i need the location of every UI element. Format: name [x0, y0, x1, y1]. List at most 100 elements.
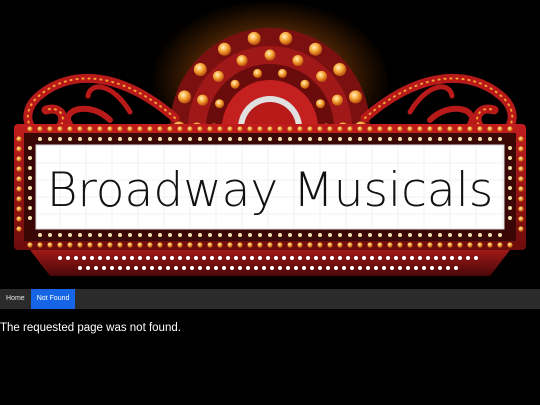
light-bulb	[308, 233, 312, 237]
light-bulb	[197, 242, 203, 248]
light-bulb	[168, 137, 172, 141]
light-bulb	[182, 266, 186, 270]
light-bulb	[468, 233, 472, 237]
light-bulb	[258, 233, 262, 237]
light-bulb	[177, 126, 183, 132]
light-bulb	[518, 176, 524, 182]
light-bulb	[218, 137, 222, 141]
light-bulb	[518, 196, 524, 202]
light-bulb	[27, 126, 33, 132]
light-bulb	[422, 266, 426, 270]
light-bulb	[298, 233, 302, 237]
light-bulb	[467, 242, 473, 248]
light-bulb	[408, 233, 412, 237]
light-bulb	[438, 266, 442, 270]
light-bulb	[287, 126, 293, 132]
light-bulb	[186, 256, 190, 260]
light-bulb	[206, 266, 210, 270]
light-bulb	[117, 126, 123, 132]
light-bulb	[350, 266, 354, 270]
light-bulb	[274, 256, 278, 260]
light-bulb	[358, 137, 362, 141]
light-bulb	[418, 256, 422, 260]
light-bulb	[508, 156, 512, 160]
light-bulb	[74, 256, 78, 260]
light-bulb	[37, 242, 43, 248]
light-bulb	[410, 256, 414, 260]
light-bulb	[487, 242, 493, 248]
light-bulb	[158, 266, 162, 270]
light-bulb	[458, 233, 462, 237]
light-bulb	[467, 126, 473, 132]
light-bulb	[428, 233, 432, 237]
light-bulb	[298, 137, 302, 141]
light-bulb	[228, 233, 232, 237]
light-bulb	[107, 242, 113, 248]
light-bulb	[367, 242, 373, 248]
light-bulb	[238, 233, 242, 237]
light-bulb	[222, 266, 226, 270]
light-bulb	[177, 90, 191, 104]
light-bulb	[468, 137, 472, 141]
light-bulb	[248, 137, 252, 141]
light-bulb	[349, 90, 363, 104]
light-bulb	[398, 233, 402, 237]
light-bulb	[290, 256, 294, 260]
light-bulb	[238, 266, 242, 270]
light-bulb	[338, 137, 342, 141]
light-bulb	[197, 126, 203, 132]
light-bulb	[366, 266, 370, 270]
light-bulb	[16, 156, 22, 162]
light-bulb	[394, 256, 398, 260]
light-bulb	[294, 266, 298, 270]
light-bulb	[137, 126, 143, 132]
light-bulb	[278, 137, 282, 141]
light-bulb	[300, 79, 310, 89]
light-bulb	[279, 31, 293, 45]
light-bulb	[438, 137, 442, 141]
light-bulb	[127, 242, 133, 248]
light-bulb	[178, 137, 182, 141]
light-bulb	[347, 242, 353, 248]
light-bulb	[246, 266, 250, 270]
light-bulb	[48, 233, 52, 237]
light-bulb	[108, 137, 112, 141]
light-bulb	[227, 242, 233, 248]
light-bulb	[270, 266, 274, 270]
light-bulb	[210, 256, 214, 260]
light-bulb	[97, 242, 103, 248]
light-bulb	[267, 242, 273, 248]
light-bulb	[257, 242, 263, 248]
light-bulb	[187, 242, 193, 248]
light-bulb	[337, 126, 343, 132]
light-bulb	[427, 126, 433, 132]
light-bulb	[190, 266, 194, 270]
light-bulb	[88, 233, 92, 237]
light-bulb	[218, 42, 231, 56]
light-bulb	[87, 126, 93, 132]
light-bulb	[207, 126, 213, 132]
nav-item-not-found[interactable]: Not Found	[30, 289, 76, 309]
light-bulb	[518, 226, 524, 232]
light-bulb	[267, 126, 273, 132]
nav-item-home[interactable]: Home	[0, 289, 31, 309]
light-bulb	[114, 256, 118, 260]
light-bulb	[478, 233, 482, 237]
light-bulb	[234, 256, 238, 260]
light-bulb	[107, 126, 113, 132]
light-bulb	[277, 126, 283, 132]
light-bulb	[97, 126, 103, 132]
light-bulb	[478, 137, 482, 141]
light-bulb	[262, 266, 266, 270]
light-bulb	[28, 206, 32, 210]
light-bulb	[508, 166, 512, 170]
light-bulb	[309, 42, 322, 56]
light-bulb	[158, 233, 162, 237]
light-bulb	[250, 256, 254, 260]
light-bulb	[68, 137, 72, 141]
light-bulb	[474, 256, 478, 260]
light-bulb	[248, 233, 252, 237]
light-bulb	[317, 242, 323, 248]
light-bulb	[507, 242, 513, 248]
light-bulb	[388, 137, 392, 141]
